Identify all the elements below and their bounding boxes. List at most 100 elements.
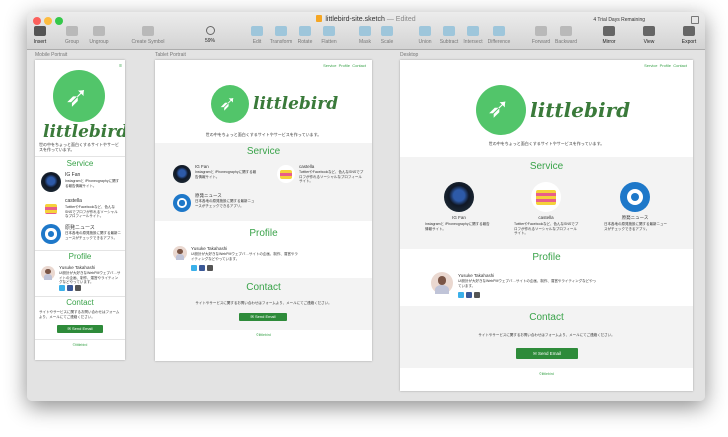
github-icon[interactable] [75,285,81,291]
logo-text: littlebird [43,122,125,142]
contact-desc: サイトやサービスに関するお問い合わせはフォームより、メールにてご連絡ください。 [478,333,615,337]
logo-mark: ➶ [53,70,105,122]
tagline: 世の中をちょっと面白くするサイトやサービスを作っています。 [205,132,322,137]
castella-icon [277,165,295,183]
radiation-icon [173,194,191,212]
artboard-label-desktop[interactable]: Desktop [400,52,418,58]
service-name: IG Fan [452,215,466,220]
ungroup-button[interactable]: Ungroup [84,26,114,45]
service-name: IG Fan [65,172,81,178]
insert-button[interactable]: Insert [27,26,55,45]
menu-icon[interactable]: ≡ [119,63,122,69]
mirror-icon [603,26,615,36]
artboard-tablet[interactable]: Service Profile Contact ➶ littlebird 世の中… [155,60,372,361]
service-name: castella [299,164,315,169]
service-name: 原発ニュース [65,225,95,231]
profile-name: Yusuke Takahashi [59,265,96,270]
symbol-icon [142,26,154,36]
group-button[interactable]: Group [57,26,87,45]
site-nav[interactable]: Service Profile Contact [644,63,687,68]
union-icon [419,26,431,36]
service-heading: Service [66,159,94,168]
service-name: IG Fan [195,164,209,169]
contact-heading: Contact [529,312,564,323]
profile-heading: Profile [532,252,561,263]
backward-icon [560,26,572,36]
service-desc: Instagramと iPhoneographyに関する報告情報サイト。 [65,179,120,188]
profile-desc: UI設計が大好きなWebPMウェブバ…サイトの企画、制作、運営やライティングなど… [59,271,121,284]
profile-name: Yusuke Takahashi [191,246,228,251]
send-email-button[interactable]: ✉ Send Email [239,313,287,321]
service-desc: Instagramと iPhoneographyに関する報告情報サイト。 [195,170,257,179]
export-button[interactable]: Export [674,26,704,45]
twitter-icon[interactable] [191,265,197,271]
profile-heading: Profile [68,252,92,261]
transform-icon [275,26,287,36]
profile-desc: UI設計が大好きなWebPMウェブバ…サイトの企画、制作、運営やライティングなど… [191,252,298,261]
service-heading: Service [529,161,564,172]
divider [35,296,125,297]
profile-name: Yusuke Takahashi [458,273,495,278]
plus-icon [34,26,46,36]
facebook-icon[interactable] [199,265,205,271]
flatten-icon [323,26,335,36]
service-desc: 日本各地の原発施設に関する最新ニュースがチェックできるアプリ。 [604,222,667,231]
divider [35,250,125,251]
divider [35,339,125,340]
artboard-label-tablet[interactable]: Tablet Portrait [155,52,186,58]
avatar [41,266,55,280]
mirror-button[interactable]: Mirror [594,26,624,45]
service-desc: TwitterやFacebookなど、色んなSNSでプロフが作れるソーシャルなプ… [514,222,579,235]
service-desc: Instagramと iPhoneographyに関する報告情報サイト。 [425,222,490,231]
twitter-icon[interactable] [458,292,464,298]
site-nav[interactable]: Service Profile Contact [323,63,366,68]
send-email-button[interactable]: ✉ Send Email [57,325,103,333]
footer: ©littlebird [72,343,88,347]
contact-heading: Contact [66,298,94,307]
artboard-label-mobile[interactable]: Mobile Portrait [35,52,67,58]
facebook-icon[interactable] [466,292,472,298]
artboard-desktop[interactable]: Service Profile Contact ➶ littlebird 世の中… [400,60,693,391]
github-icon[interactable] [474,292,480,298]
ungroup-icon [93,26,105,36]
github-icon[interactable] [207,265,213,271]
canvas[interactable]: Mobile Portrait ≡ ➶ littlebird 世の中をちょっと面… [27,50,705,401]
logo-text: littlebird [253,94,339,114]
send-email-button[interactable]: ✉ Send Email [516,348,578,359]
service-name: castella [538,215,554,220]
backward-button[interactable]: Backward [551,26,581,45]
artboard-mobile[interactable]: ≡ ➶ littlebird 世の中をちょっと面白くするサイトやサービスを作って… [35,60,125,360]
group-icon [66,26,78,36]
social-links [59,285,81,291]
difference-button[interactable]: Difference [484,26,514,45]
flatten-button[interactable]: Flatten [314,26,344,45]
create-symbol-button[interactable]: Create Symbol [131,26,165,45]
radiation-icon [620,182,650,212]
avatar [431,272,453,294]
service-heading: Service [246,146,281,157]
contact-desc: サイトやサービスに関するお問い合わせはフォームより、メールにてご連絡ください。 [39,310,120,319]
view-icon [643,26,655,36]
fullscreen-icon[interactable] [691,16,699,24]
logo-mark: ➶ [476,85,526,135]
tagline: 世の中をちょっと面白くするサイトやサービスを作っています。 [39,142,119,152]
title-bar: littlebird-site.sketch — Edited 4 Trial … [27,12,705,50]
contact-desc: サイトやサービスに関するお問い合わせはフォームより、メールにてご連絡ください。 [195,301,332,305]
view-button[interactable]: View [634,26,664,45]
profile-desc: UI設計が大好きなWebPMウェブバ…サイトの企画、制作、運営やライティングなど… [458,279,597,288]
sketch-window: littlebird-site.sketch — Edited 4 Trial … [27,12,705,401]
scale-button[interactable]: Scale [372,26,402,45]
social-links [458,292,480,298]
trial-badge[interactable]: 4 Trial Days Remaining [593,17,645,23]
twitter-icon[interactable] [59,285,65,291]
intersect-icon [467,26,479,36]
scale-icon [381,26,393,36]
export-icon [683,26,695,36]
radiation-icon [41,224,61,244]
facebook-icon[interactable] [67,285,73,291]
contact-heading: Contact [246,282,281,293]
zoom-control[interactable]: 59% [195,26,225,44]
forward-icon [535,26,547,36]
bird-icon: ➶ [219,91,237,115]
subtract-icon [443,26,455,36]
